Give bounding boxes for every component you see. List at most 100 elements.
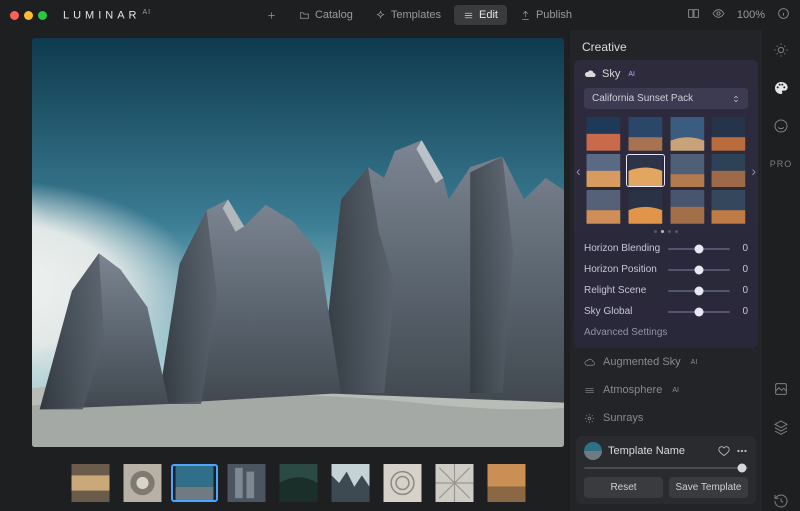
sky-grid-next[interactable]: › — [749, 161, 758, 181]
sky-preset[interactable] — [626, 117, 665, 151]
slider-track[interactable] — [668, 269, 730, 271]
slider-track[interactable] — [668, 248, 730, 250]
zoom-level[interactable]: 100% — [737, 9, 765, 21]
slider-sky-global[interactable]: Sky Global 0 — [584, 306, 748, 317]
nav-catalog[interactable]: Catalog — [290, 5, 362, 25]
save-template-button[interactable]: Save Template — [669, 477, 748, 498]
slider-label: Horizon Position — [584, 264, 662, 275]
augmented-sky-section[interactable]: Augmented Sky AI — [570, 348, 762, 376]
pro-tab[interactable]: PRO — [770, 154, 793, 174]
slider-value: 0 — [736, 306, 748, 317]
maximize-window-button[interactable] — [38, 11, 47, 20]
slider-label: Horizon Blending — [584, 243, 662, 254]
sunrays-section[interactable]: Sunrays — [570, 404, 762, 432]
photo-canvas[interactable] — [32, 38, 564, 447]
favorite-button[interactable] — [718, 445, 730, 457]
slider-knob[interactable] — [738, 464, 747, 473]
panel-title: Creative — [570, 30, 762, 60]
slider-track[interactable] — [668, 290, 730, 292]
filmstrip-thumb[interactable] — [119, 464, 166, 502]
sky-preset[interactable] — [668, 154, 707, 188]
crop-tool[interactable] — [771, 379, 791, 399]
window-controls — [10, 11, 47, 20]
app-logo: LUMINARAI — [63, 9, 151, 22]
close-window-button[interactable] — [10, 11, 19, 20]
sky-pack-selected: California Sunset Pack — [592, 93, 693, 104]
cloud-plus-icon — [584, 357, 595, 368]
slider-horizon-blending[interactable]: Horizon Blending 0 — [584, 243, 748, 254]
filmstrip-thumb[interactable] — [483, 464, 530, 502]
filmstrip-thumb[interactable] — [379, 464, 426, 502]
sky-grid-prev[interactable]: ‹ — [574, 161, 583, 181]
sky-preset[interactable] — [709, 154, 748, 188]
more-button[interactable] — [736, 445, 748, 457]
nav-edit-label: Edit — [479, 9, 498, 21]
filmstrip-thumb[interactable] — [223, 464, 270, 502]
filmstrip-thumb[interactable] — [431, 464, 478, 502]
sliders-icon — [463, 10, 474, 21]
sky-pack-select[interactable]: California Sunset Pack — [584, 88, 748, 109]
slider-horizon-position[interactable]: Horizon Position 0 — [584, 264, 748, 275]
reset-button[interactable]: Reset — [584, 477, 663, 498]
sky-preset[interactable] — [584, 117, 623, 151]
help-button[interactable] — [777, 7, 790, 23]
pro-label: PRO — [770, 159, 793, 169]
advanced-settings-toggle[interactable]: Advanced Settings — [584, 327, 748, 338]
filmstrip-thumb[interactable] — [171, 464, 218, 502]
nav-templates[interactable]: Templates — [366, 5, 450, 25]
sunrays-label: Sunrays — [603, 412, 643, 424]
palette-icon — [773, 80, 789, 96]
sky-preset[interactable] — [709, 190, 748, 224]
creative-tab[interactable] — [771, 78, 791, 98]
template-amount-slider[interactable] — [584, 467, 748, 469]
slider-value: 0 — [736, 285, 748, 296]
filmstrip — [32, 459, 564, 507]
titlebar: LUMINARAI Catalog Templates Edit Publish — [0, 0, 800, 30]
sky-label: Sky — [602, 68, 620, 80]
layers-icon — [773, 419, 789, 435]
slider-knob[interactable] — [695, 244, 704, 253]
sky-preset[interactable] — [668, 117, 707, 151]
info-icon — [777, 7, 790, 20]
share-icon — [520, 10, 531, 21]
history-tool[interactable] — [771, 491, 791, 511]
cloud-icon — [584, 68, 596, 80]
slider-knob[interactable] — [695, 286, 704, 295]
filmstrip-thumb[interactable] — [67, 464, 114, 502]
slider-knob[interactable] — [695, 265, 704, 274]
sky-preset[interactable] — [668, 190, 707, 224]
sky-preset[interactable] — [584, 190, 623, 224]
filmstrip-thumb[interactable] — [275, 464, 322, 502]
sky-grid-pagination — [584, 230, 748, 233]
nav-templates-label: Templates — [391, 9, 441, 21]
sky-preset[interactable] — [709, 117, 748, 151]
topbar-right: 100% — [687, 7, 790, 23]
sun-icon — [773, 42, 789, 58]
layers-tool[interactable] — [771, 417, 791, 437]
minimize-window-button[interactable] — [24, 11, 33, 20]
portrait-tab[interactable] — [771, 116, 791, 136]
slider-label: Sky Global — [584, 306, 662, 317]
slider-relight-scene[interactable]: Relight Scene 0 — [584, 285, 748, 296]
ai-badge: AI — [691, 359, 698, 366]
add-button[interactable] — [257, 6, 286, 25]
sky-preset[interactable] — [584, 154, 623, 188]
template-thumbnail — [584, 442, 602, 460]
sky-preset[interactable] — [626, 190, 665, 224]
preview-button[interactable] — [712, 7, 725, 23]
slider-track[interactable] — [668, 311, 730, 313]
slider-knob[interactable] — [695, 307, 704, 316]
nav-edit[interactable]: Edit — [454, 5, 507, 25]
history-icon — [773, 493, 789, 509]
nav-publish[interactable]: Publish — [511, 5, 581, 25]
sky-preset[interactable] — [626, 154, 665, 188]
augmented-sky-label: Augmented Sky — [603, 356, 681, 368]
tool-rail: PRO — [762, 30, 800, 511]
essentials-tab[interactable] — [771, 40, 791, 60]
chevron-updown-icon — [732, 95, 740, 103]
sky-header[interactable]: Sky AI — [584, 68, 748, 80]
atmosphere-section[interactable]: Atmosphere AI — [570, 376, 762, 404]
filmstrip-thumb[interactable] — [327, 464, 374, 502]
face-icon — [773, 118, 789, 134]
compare-button[interactable] — [687, 7, 700, 23]
